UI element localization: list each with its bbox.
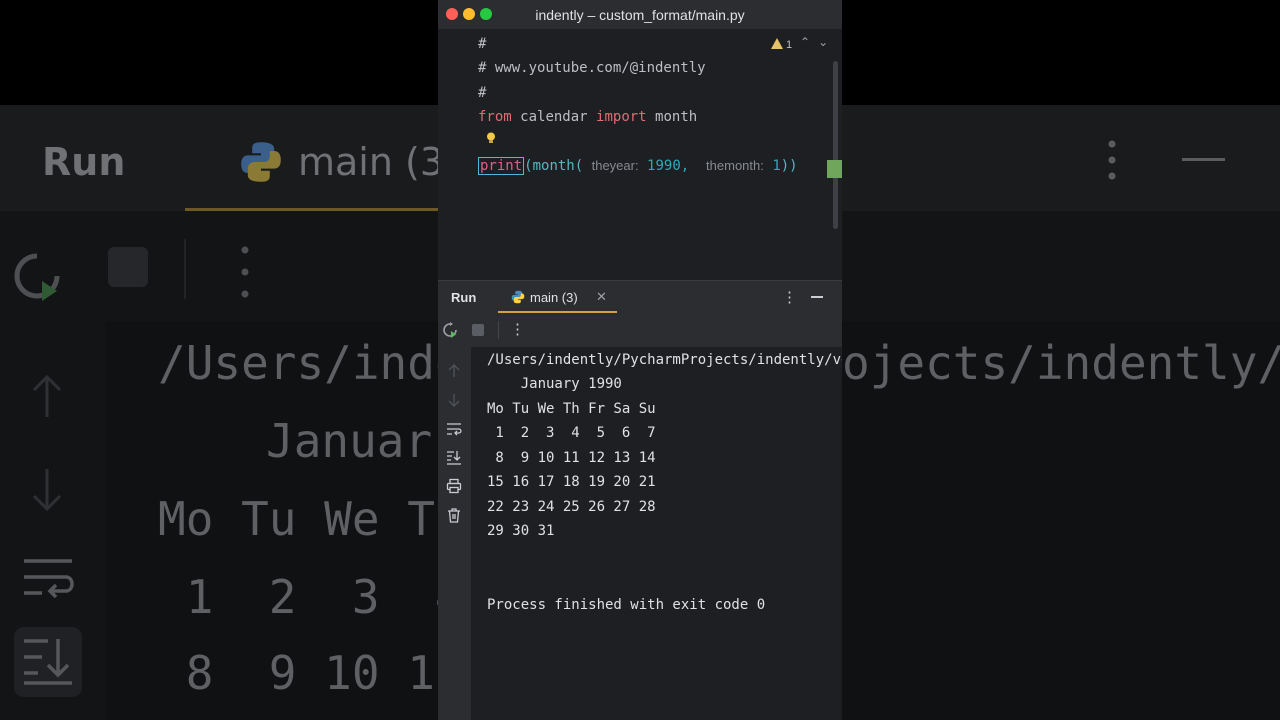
console-line-5: 8 9 10 11 12 13 14 [487, 450, 656, 466]
param-hint-year: theyear: [591, 158, 639, 173]
ide-window: indently – custom_format/main.py 1 ⌃⌄ # … [438, 0, 842, 720]
window-title: indently – custom_format/main.py [535, 7, 745, 23]
bg-month-text: Januar [266, 414, 433, 468]
code-line-import: from calendar import month [478, 107, 697, 127]
print-icon[interactable] [446, 478, 462, 494]
bg-tab-label: main (3 [298, 140, 445, 184]
code-line-print: print (month( theyear: 1990, themonth: 1)… [478, 156, 798, 176]
bg-python-icon [241, 142, 281, 182]
stop-icon[interactable] [472, 324, 484, 336]
rerun-icon[interactable] [442, 322, 458, 338]
bg-separator [184, 239, 186, 299]
bg-more-icon-2 [241, 246, 249, 298]
print-call[interactable]: print [478, 157, 525, 175]
hide-panel-icon[interactable] [811, 296, 823, 298]
warning-icon [771, 38, 783, 49]
console-output[interactable]: /Users/indently/PycharmProjects/indently… [471, 347, 842, 720]
arg-month: 1 [772, 158, 781, 174]
run-toolbar: ⋮ [438, 313, 842, 347]
soft-wrap-icon[interactable] [446, 421, 462, 437]
console-line-2: January 1990 [487, 376, 622, 392]
console-line-6: 15 16 17 18 19 20 21 [487, 474, 656, 490]
bg-row1-text: 1 2 3 4 [158, 570, 463, 624]
code-line-3: # [478, 85, 487, 101]
bg-path-right: ojects/indently/v [842, 336, 1280, 390]
editor-scrollbar[interactable] [833, 61, 838, 229]
tab-main-label: main (3) [530, 290, 578, 305]
param-hint-month: themonth: [706, 158, 764, 173]
up-arrow-icon[interactable] [446, 363, 462, 379]
bg-row2-text: 8 9 10 11 [158, 646, 463, 700]
python-icon [511, 290, 525, 304]
close-icon[interactable]: ✕ [596, 289, 607, 305]
bg-up-arrow-icon [32, 375, 62, 417]
bg-down-arrow-icon [32, 469, 62, 511]
bg-stop-icon [108, 247, 148, 287]
change-marker[interactable] [827, 160, 842, 178]
warning-indicator[interactable]: 1 [771, 38, 792, 51]
arg-comma: , [680, 158, 690, 174]
console-line-1: /Users/indently/PycharmProjects/indently… [487, 352, 842, 368]
keyword-from: from [478, 109, 512, 125]
console-line-4: 1 2 3 4 5 6 7 [487, 425, 656, 441]
console-gutter [438, 347, 471, 720]
chevron-up-icon[interactable]: ⌃ [800, 35, 818, 49]
code-line-2: # www.youtube.com/@indently [478, 60, 706, 76]
bg-scroll-end-icon [24, 639, 72, 685]
module-name: calendar [520, 109, 588, 125]
code-line-1: # [478, 36, 487, 52]
run-panel-label: Run [451, 290, 477, 305]
bg-path-text: /Users/inde [158, 336, 463, 390]
run-tool-tabs: Run main (3) ✕ ⋮ [438, 280, 842, 314]
trash-icon[interactable] [446, 507, 462, 523]
code-editor[interactable]: 1 ⌃⌄ # # www.youtube.com/@indently # fro… [438, 29, 842, 280]
down-arrow-icon[interactable] [446, 392, 462, 408]
title-bar: indently – custom_format/main.py [438, 0, 842, 29]
bg-rerun-icon [14, 253, 60, 301]
console-line-7: 22 23 24 25 26 27 28 [487, 499, 656, 515]
month-call: (month( [524, 158, 584, 174]
chevron-down-icon[interactable]: ⌄ [818, 35, 836, 49]
arg-year: 1990 [647, 158, 681, 174]
imported-name: month [655, 109, 698, 125]
bg-side-gutter [0, 321, 106, 720]
tab-main[interactable]: main (3) [511, 290, 578, 305]
bg-weekdays-text: Mo Tu We Th [158, 492, 463, 546]
bg-minimize-icon [1182, 158, 1225, 161]
nav-arrows[interactable]: ⌃⌄ [800, 35, 836, 49]
close-parens: )) [780, 158, 798, 174]
toolbar-separator [498, 321, 499, 339]
lightbulb-icon[interactable] [486, 132, 496, 144]
console-line-8: 29 30 31 [487, 523, 555, 539]
console-exit-line: Process finished with exit code 0 [487, 597, 766, 613]
bg-more-icon [1108, 140, 1116, 180]
warning-count: 1 [786, 39, 793, 51]
scroll-to-end-icon[interactable] [446, 449, 462, 465]
bg-run-label: Run [42, 140, 126, 184]
toolbar-more-icon[interactable]: ⋮ [510, 320, 525, 338]
keyword-import: import [596, 109, 647, 125]
more-options-icon[interactable]: ⋮ [782, 288, 797, 306]
bg-wrap-icon [24, 559, 74, 599]
console-line-3: Mo Tu We Th Fr Sa Su [487, 401, 656, 417]
